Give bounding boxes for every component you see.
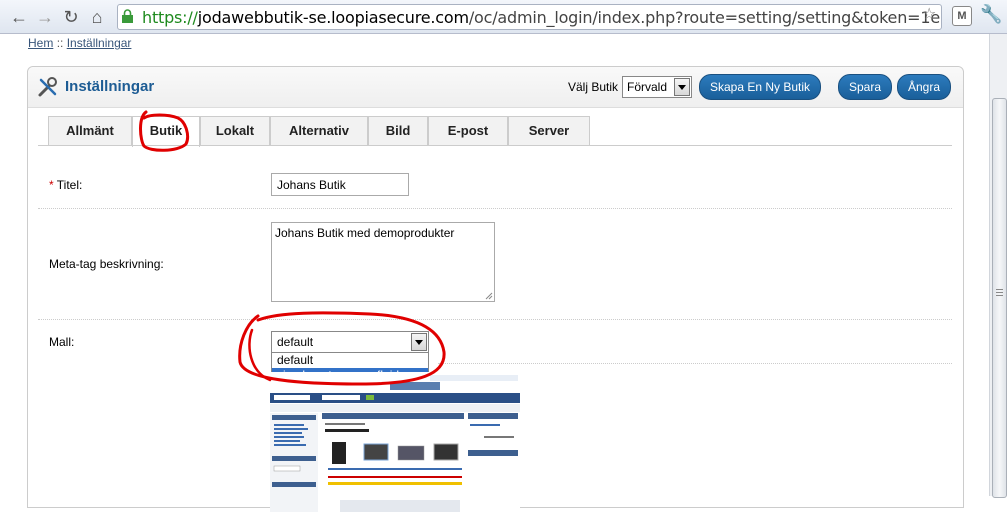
row-separator <box>38 208 952 209</box>
url-host: jodawebbutik-se.loopiasecure.com <box>197 8 469 27</box>
resize-handle-icon[interactable] <box>484 291 493 300</box>
panel-header: Inställningar Välj Butik Förvald Skapa E… <box>28 67 963 108</box>
title-input-value: Johans Butik <box>277 178 346 192</box>
tab-store[interactable]: Butik <box>132 116 200 147</box>
bookmark-star-icon[interactable]: ☆ <box>922 4 936 24</box>
settings-tools-icon <box>38 77 57 97</box>
extension-icon[interactable]: M <box>952 6 972 26</box>
breadcrumb-home-link[interactable]: Hem <box>28 36 53 50</box>
title-label-text: Titel: <box>56 178 83 192</box>
title-input[interactable]: Johans Butik <box>271 173 409 196</box>
template-preview-image <box>270 372 520 512</box>
breadcrumb-separator: :: <box>56 36 64 50</box>
title-label: * Titel: <box>49 178 83 192</box>
tab-image[interactable]: Bild <box>368 116 428 145</box>
create-store-button[interactable]: Skapa En Ny Butik <box>699 74 821 100</box>
meta-description-textarea[interactable]: Johans Butik med demoprodukter <box>271 222 495 302</box>
address-bar[interactable]: https://jodawebbutik-se.loopiasecure.com… <box>117 4 942 30</box>
template-preview-graphic <box>270 372 520 512</box>
reload-icon[interactable]: ↻ <box>60 6 82 28</box>
settings-panel: Inställningar Välj Butik Förvald Skapa E… <box>27 66 964 512</box>
template-option-default[interactable]: default <box>272 353 428 368</box>
home-icon[interactable]: ⌂ <box>86 6 108 28</box>
meta-description-label: Meta-tag beskrivning: <box>49 257 164 271</box>
page-title: Inställningar <box>65 78 155 95</box>
tab-email[interactable]: E-post <box>428 116 508 145</box>
template-select[interactable]: default <box>271 331 429 353</box>
meta-description-value: Johans Butik med demoprodukter <box>275 226 455 240</box>
store-select-label: Välj Butik <box>568 80 619 94</box>
lock-icon <box>122 9 133 23</box>
tab-options[interactable]: Alternativ <box>270 116 368 145</box>
chevron-down-icon[interactable] <box>674 78 690 96</box>
url-path: /oc/admin_login/index.php?route=setting/… <box>468 8 941 27</box>
url-text: https://jodawebbutik-se.loopiasecure.com… <box>142 8 941 27</box>
tab-divider <box>38 145 952 146</box>
scrollbar-thumb[interactable] <box>992 98 1007 498</box>
row-separator <box>438 363 952 364</box>
tab-local[interactable]: Lokalt <box>200 116 270 145</box>
template-label: Mall: <box>49 335 75 349</box>
store-select[interactable]: Förvald <box>622 76 692 98</box>
breadcrumb-current-link[interactable]: Inställningar <box>67 36 132 50</box>
back-arrow-icon[interactable]: ← <box>8 6 30 28</box>
url-scheme: https:// <box>142 8 198 27</box>
breadcrumb: Hem :: Inställningar <box>28 36 131 50</box>
tab-general[interactable]: Allmänt <box>48 116 132 145</box>
template-select-value: default <box>277 335 314 349</box>
save-button[interactable]: Spara <box>838 74 892 100</box>
tab-server[interactable]: Server <box>508 116 590 145</box>
wrench-menu-icon[interactable]: 🔧 <box>980 4 1002 25</box>
chevron-down-icon[interactable] <box>411 333 427 351</box>
store-select-value: Förvald <box>627 80 668 94</box>
row-separator <box>38 319 952 320</box>
cancel-button[interactable]: Ångra <box>897 74 951 100</box>
browser-toolbar: ← → ↻ ⌂ https://jodawebbutik-se.loopiase… <box>0 0 1007 34</box>
forward-arrow-icon[interactable]: → <box>34 6 56 28</box>
vertical-scrollbar[interactable] <box>989 34 1007 498</box>
